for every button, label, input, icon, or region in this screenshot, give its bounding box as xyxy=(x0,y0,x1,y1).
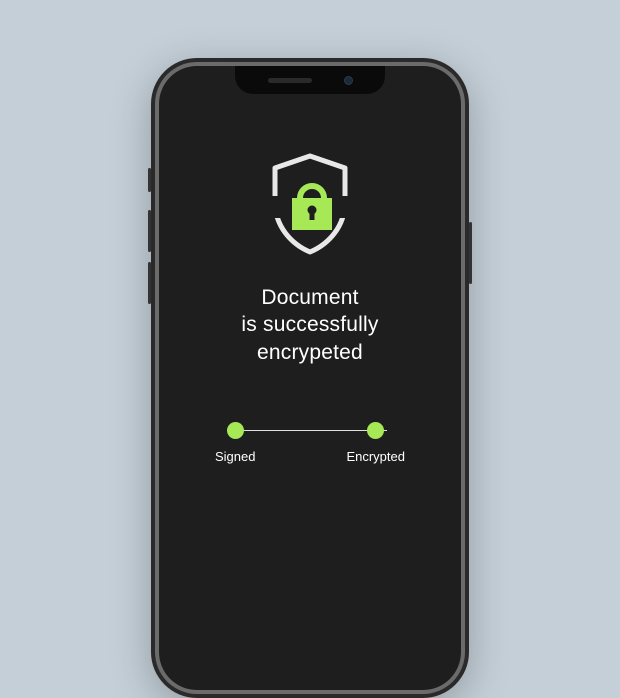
volume-down-button xyxy=(148,262,151,304)
step-dot-icon xyxy=(227,422,244,439)
front-camera xyxy=(344,76,353,85)
step-dot-icon xyxy=(367,422,384,439)
notch xyxy=(235,66,385,94)
status-panel: Document is successfully encrypeted Sign… xyxy=(159,152,461,464)
mute-switch xyxy=(148,168,151,192)
status-headline: Document is successfully encrypeted xyxy=(241,284,378,366)
step-signed: Signed xyxy=(215,422,255,464)
headline-line-3: encrypeted xyxy=(241,339,378,366)
step-label: Signed xyxy=(215,449,255,464)
headline-line-1: Document xyxy=(241,284,378,311)
phone-frame: Document is successfully encrypeted Sign… xyxy=(151,58,469,698)
volume-up-button xyxy=(148,210,151,252)
headline-line-2: is successfully xyxy=(241,311,378,338)
step-label: Encrypted xyxy=(346,449,405,464)
shield-lock-icon xyxy=(265,152,355,256)
progress-steps: Signed Encrypted xyxy=(215,422,405,464)
speaker-grille xyxy=(268,78,312,83)
power-button xyxy=(469,222,472,284)
phone-screen: Document is successfully encrypeted Sign… xyxy=(159,66,461,690)
step-encrypted: Encrypted xyxy=(346,422,405,464)
